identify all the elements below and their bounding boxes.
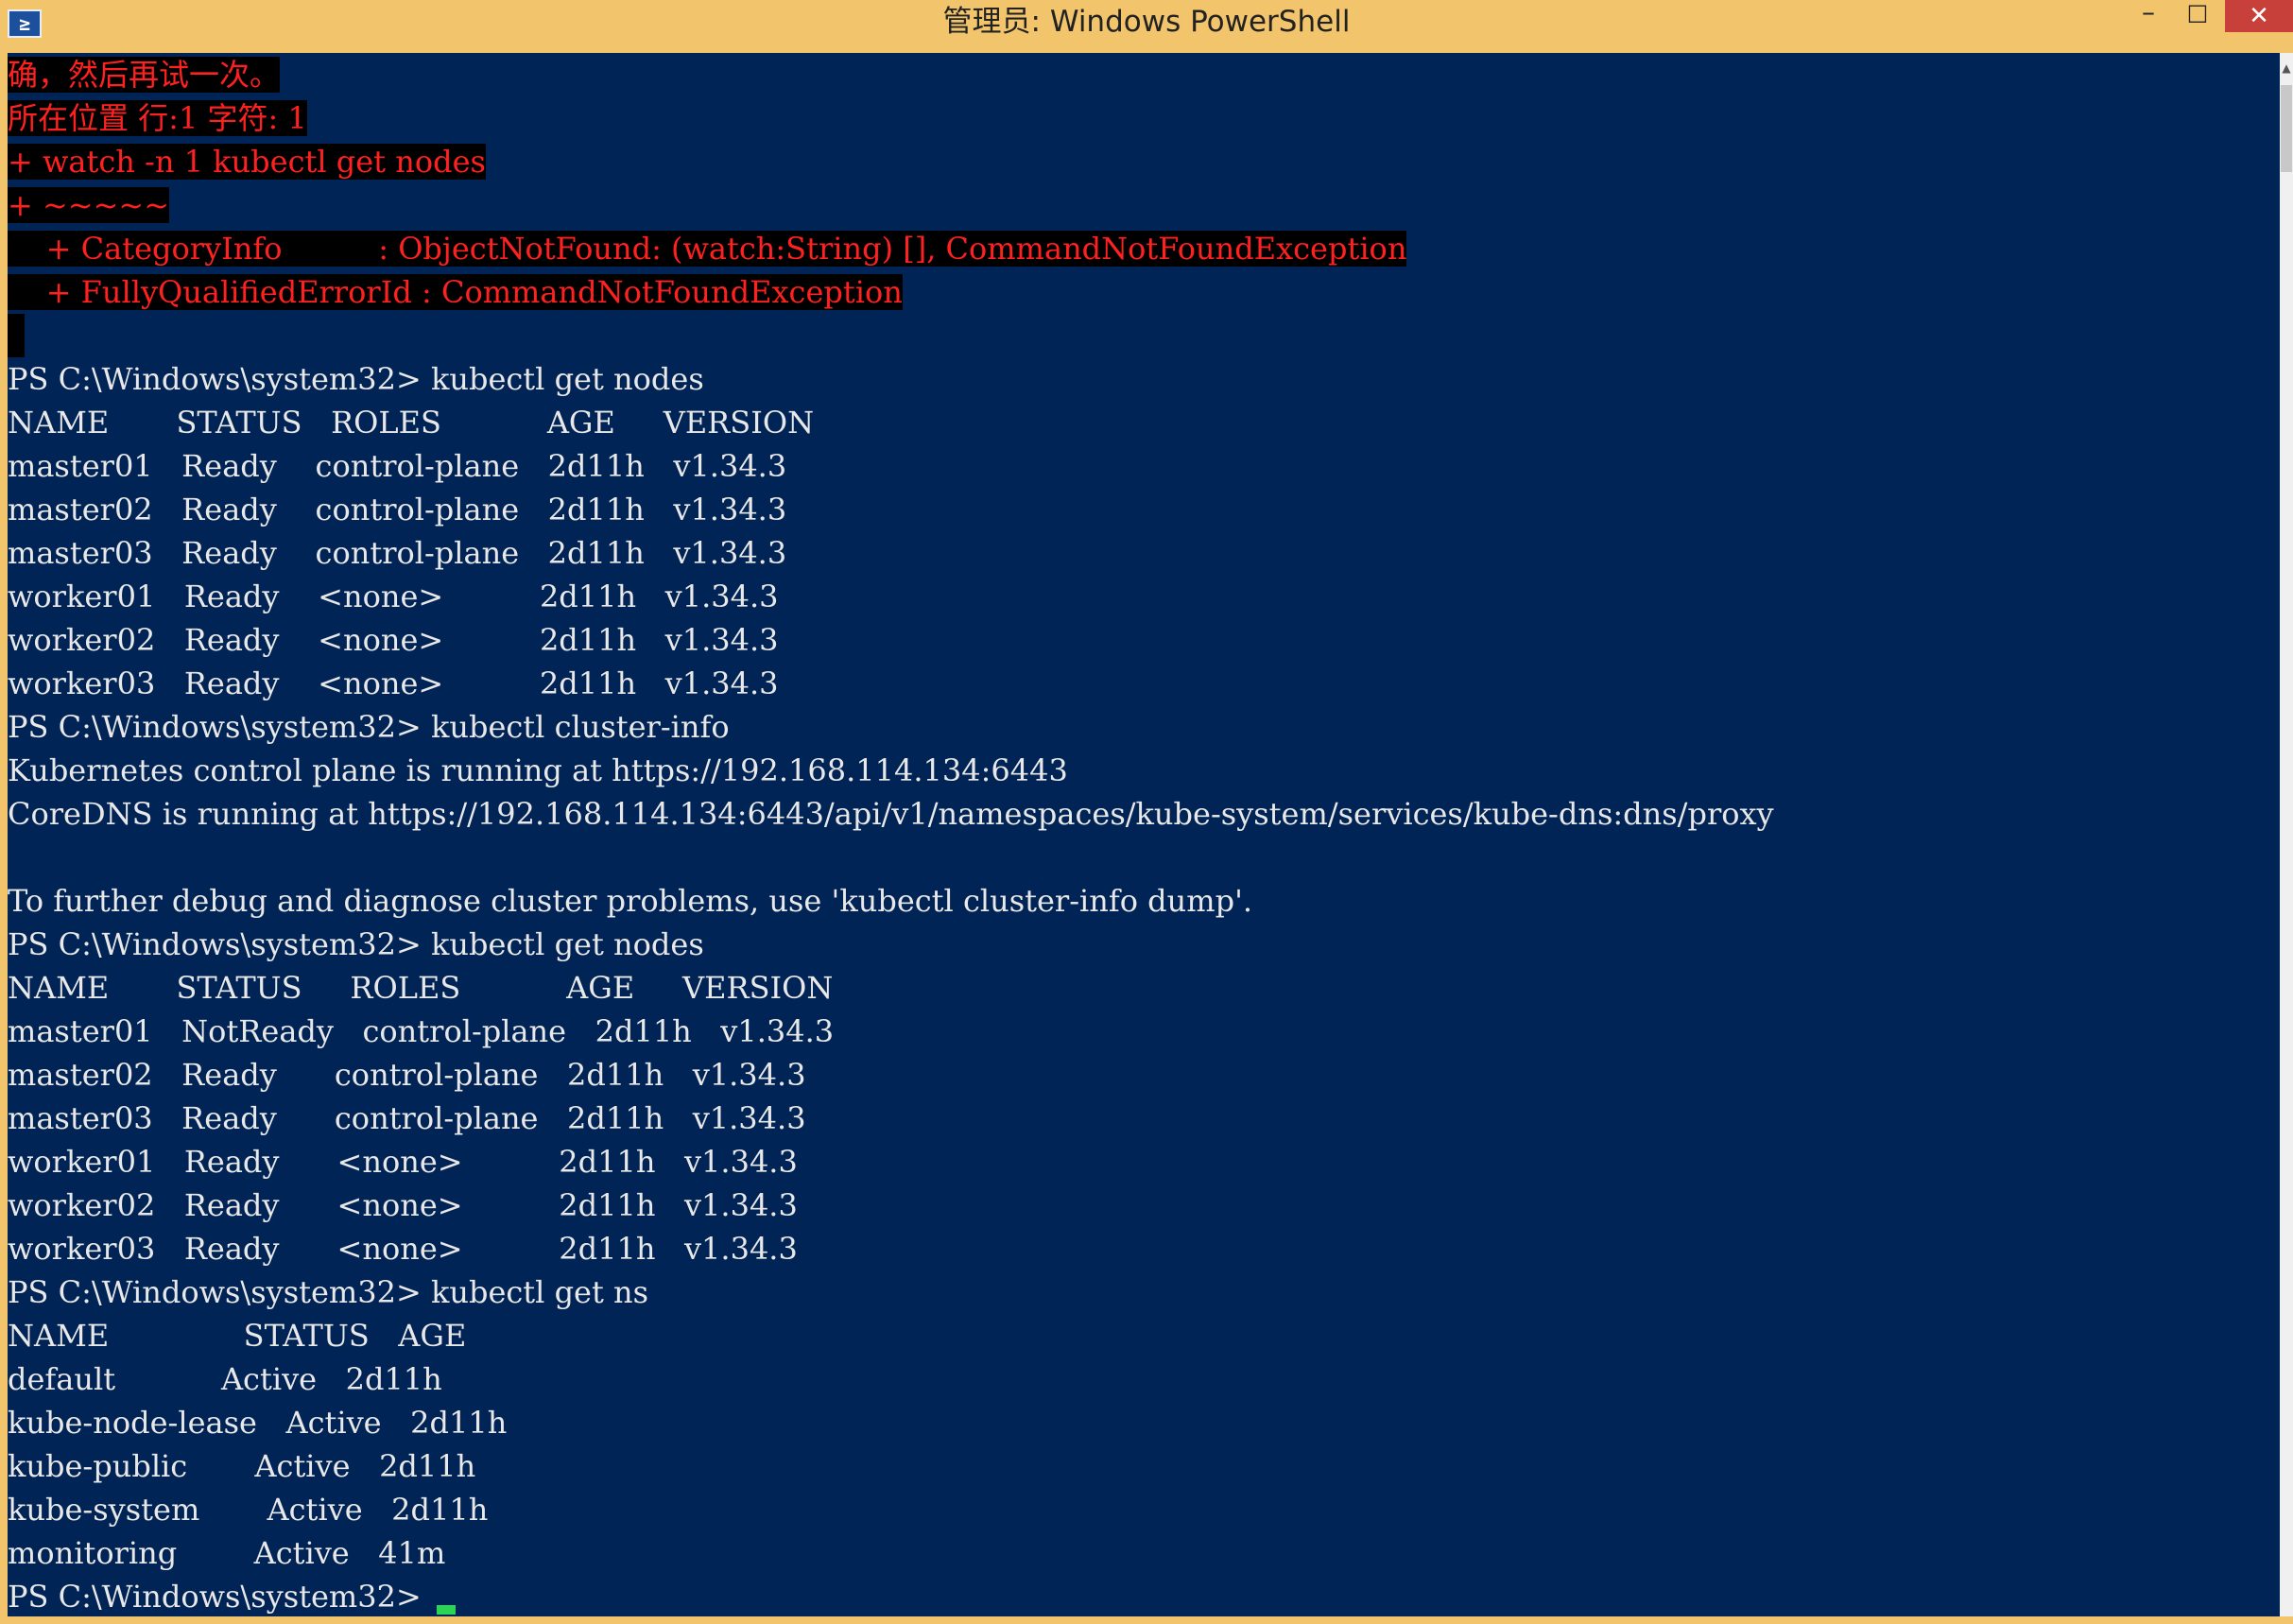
console-line: PS C:\Windows\system32> kubectl get node…	[8, 357, 2267, 401]
console-line-text: worker03 Ready <none> 2d11h v1.34.3	[8, 1231, 798, 1267]
console-line: kube-node-lease Active 2d11h	[8, 1401, 2267, 1444]
console-error-line: + watch -n 1 kubectl get nodes	[8, 140, 2267, 183]
console-line: worker02 Ready <none> 2d11h v1.34.3	[8, 618, 2267, 662]
console-line: default Active 2d11h	[8, 1357, 2267, 1401]
console-line-text: + CategoryInfo : ObjectNotFound: (watch:…	[8, 231, 1407, 267]
console-line-text: NAME STATUS ROLES AGE VERSION	[8, 970, 834, 1006]
console-line: monitoring Active 41m	[8, 1531, 2267, 1575]
console-line-text: 所在位置 行:1 字符: 1	[8, 100, 307, 136]
scroll-thumb[interactable]	[2281, 85, 2292, 172]
console-line: master01 NotReady control-plane 2d11h v1…	[8, 1010, 2267, 1053]
console-error-line: + CategoryInfo : ObjectNotFound: (watch:…	[8, 227, 2267, 270]
console-line-text: PS C:\Windows\system32> kubectl get ns	[8, 1274, 649, 1310]
console-line: kube-system Active 2d11h	[8, 1488, 2267, 1531]
console-line-text: Kubernetes control plane is running at h…	[8, 752, 1068, 788]
console-line: Kubernetes control plane is running at h…	[8, 749, 2267, 792]
console-error-line: 确，然后再试一次。	[8, 53, 2267, 96]
console-line-text: master03 Ready control-plane 2d11h v1.34…	[8, 535, 787, 571]
console-line-text: + watch -n 1 kubectl get nodes	[8, 144, 486, 180]
console-line: PS C:\Windows\system32> kubectl get node…	[8, 923, 2267, 966]
maximize-button[interactable]: □	[2176, 0, 2219, 32]
console-line-text: kube-public Active 2d11h	[8, 1448, 476, 1484]
console-line: To further debug and diagnose cluster pr…	[8, 879, 2267, 923]
console-line-text: NAME STATUS ROLES AGE VERSION	[8, 405, 815, 441]
powershell-window: ≥ 管理员: Windows PowerShell – □ ✕ 确，然后再试一次…	[0, 0, 2293, 1624]
console-line: worker03 Ready <none> 2d11h v1.34.3	[8, 662, 2267, 705]
console-line: NAME STATUS AGE	[8, 1314, 2267, 1357]
console-line-text: worker02 Ready <none> 2d11h v1.34.3	[8, 1187, 798, 1223]
console-line-text: default Active 2d11h	[8, 1361, 442, 1397]
console-line-text: worker01 Ready <none> 2d11h v1.34.3	[8, 1144, 798, 1180]
console-line-text: PS C:\Windows\system32> kubectl cluster-…	[8, 709, 730, 745]
console-lines: 确，然后再试一次。 所在位置 行:1 字符: 1 + watch -n 1 kube…	[8, 53, 2267, 1616]
console-line-text: monitoring Active 41m	[8, 1535, 446, 1571]
console-line-text: kube-node-lease Active 2d11h	[8, 1405, 508, 1441]
console-line-text: master03 Ready control-plane 2d11h v1.34…	[8, 1100, 806, 1136]
console-line: NAME STATUS ROLES AGE VERSION	[8, 401, 2267, 444]
console-line-text: + FullyQualifiedErrorId : CommandNotFoun…	[8, 274, 903, 310]
console-line-text	[8, 314, 25, 357]
console-line-text: NAME STATUS AGE	[8, 1318, 467, 1354]
console-error-line: + ~~~~~	[8, 183, 2267, 227]
console-line-text: master01 Ready control-plane 2d11h v1.34…	[8, 448, 787, 484]
console-error-line	[8, 314, 2267, 357]
window-title: 管理员: Windows PowerShell	[942, 5, 1351, 39]
close-button[interactable]: ✕	[2225, 0, 2293, 32]
console-line: PS C:\Windows\system32> kubectl get ns	[8, 1270, 2267, 1314]
console-error-line: 所在位置 行:1 字符: 1	[8, 96, 2267, 140]
console-line: worker02 Ready <none> 2d11h v1.34.3	[8, 1183, 2267, 1227]
console-line-text: worker03 Ready <none> 2d11h v1.34.3	[8, 665, 779, 701]
console-line: NAME STATUS ROLES AGE VERSION	[8, 966, 2267, 1010]
console-line: PS C:\Windows\system32> kubectl cluster-…	[8, 705, 2267, 749]
console-line: worker01 Ready <none> 2d11h v1.34.3	[8, 575, 2267, 618]
console-line-text: master01 NotReady control-plane 2d11h v1…	[8, 1013, 835, 1049]
console-line-text: master02 Ready control-plane 2d11h v1.34…	[8, 492, 787, 527]
prompt-line[interactable]: PS C:\Windows\system32>	[8, 1575, 2267, 1616]
console-line: worker01 Ready <none> 2d11h v1.34.3	[8, 1140, 2267, 1183]
console-line-text: worker02 Ready <none> 2d11h v1.34.3	[8, 622, 779, 658]
title-bar[interactable]: ≥ 管理员: Windows PowerShell – □ ✕	[0, 0, 2293, 53]
console-line-text: To further debug and diagnose cluster pr…	[8, 883, 1253, 919]
vertical-scrollbar[interactable]: ▲	[2280, 53, 2293, 1616]
console-line-text: + ~~~~~	[8, 187, 170, 223]
console-line-text: kube-system Active 2d11h	[8, 1492, 489, 1528]
console-line-text: PS C:\Windows\system32> kubectl get node…	[8, 361, 704, 397]
console-line-text: 确，然后再试一次。	[8, 57, 281, 93]
console-line: master01 Ready control-plane 2d11h v1.34…	[8, 444, 2267, 488]
console-line-text: PS C:\Windows\system32> kubectl get node…	[8, 926, 704, 962]
console-output[interactable]: 确，然后再试一次。 所在位置 行:1 字符: 1 + watch -n 1 kube…	[8, 53, 2280, 1616]
minimize-button[interactable]: –	[2127, 0, 2170, 32]
console-line-text: CoreDNS is running at https://192.168.11…	[8, 796, 1774, 832]
prompt-text: PS C:\Windows\system32>	[8, 1579, 422, 1615]
console-line: master03 Ready control-plane 2d11h v1.34…	[8, 531, 2267, 575]
console-line: master02 Ready control-plane 2d11h v1.34…	[8, 488, 2267, 531]
console-error-line: + FullyQualifiedErrorId : CommandNotFoun…	[8, 270, 2267, 314]
console-line: CoreDNS is running at https://192.168.11…	[8, 792, 2267, 836]
console-line-text: worker01 Ready <none> 2d11h v1.34.3	[8, 579, 779, 614]
console-line-text: master02 Ready control-plane 2d11h v1.34…	[8, 1057, 806, 1093]
scroll-up-arrow-icon[interactable]: ▲	[2280, 59, 2293, 78]
console-line: master02 Ready control-plane 2d11h v1.34…	[8, 1053, 2267, 1097]
console-line: kube-public Active 2d11h	[8, 1444, 2267, 1488]
console-line: worker03 Ready <none> 2d11h v1.34.3	[8, 1227, 2267, 1270]
console-line: master03 Ready control-plane 2d11h v1.34…	[8, 1097, 2267, 1140]
text-cursor	[436, 1605, 456, 1615]
